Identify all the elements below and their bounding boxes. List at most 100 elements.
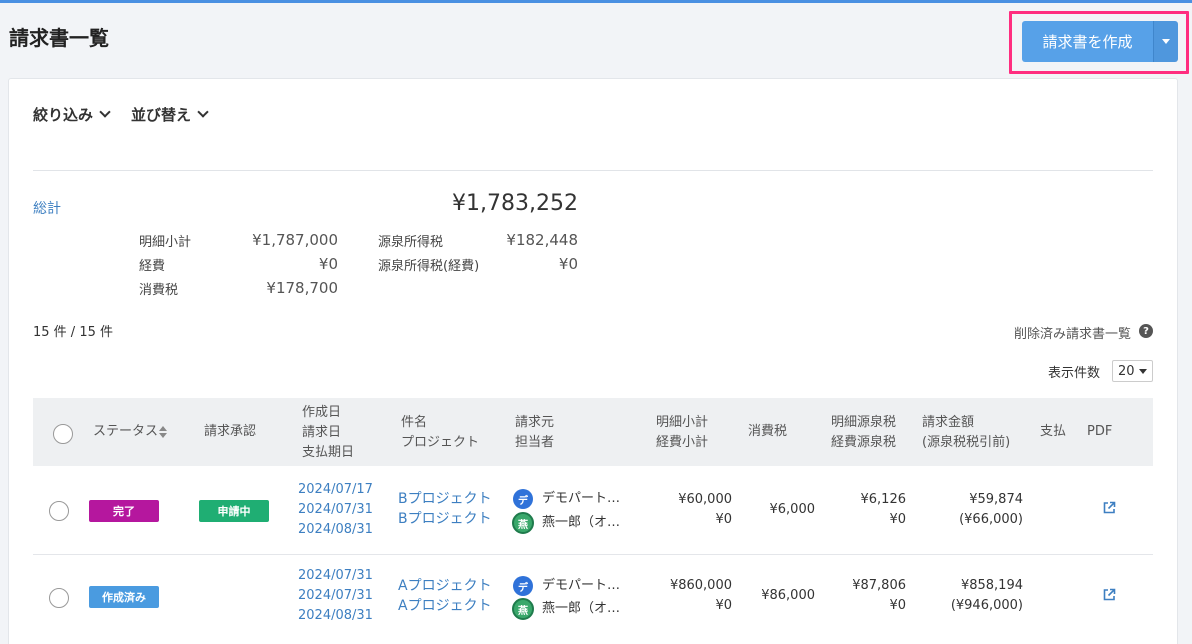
billed-date: 2024/07/31 bbox=[298, 588, 373, 603]
row-select-radio[interactable] bbox=[49, 588, 69, 608]
issuer-name: デモパート… bbox=[542, 491, 621, 506]
grand-total-value: ¥1,783,252 bbox=[452, 191, 578, 216]
chevron-down-icon bbox=[99, 106, 111, 118]
summary-label-tax: 消費税 bbox=[139, 283, 179, 298]
header-person: 担当者 bbox=[515, 435, 555, 450]
deleted-invoices-link[interactable]: 削除済み請求書一覧 bbox=[1014, 323, 1131, 342]
per-page-label: 表示件数 bbox=[1048, 366, 1101, 381]
issuer-name: デモパート… bbox=[542, 578, 621, 593]
header-dates: 作成日 請求日 支払期日 bbox=[302, 403, 354, 463]
line-subtotal: ¥60,000 bbox=[678, 492, 732, 507]
caret-down-icon bbox=[1138, 368, 1147, 374]
summary-label-expenses: 経費 bbox=[139, 259, 166, 274]
summary-value-tax: ¥178,700 bbox=[266, 279, 338, 297]
row-select-radio[interactable] bbox=[49, 501, 69, 521]
invoice-amount: ¥858,194 bbox=[960, 578, 1023, 593]
issuer-avatar: デ bbox=[513, 489, 533, 509]
person-avatar: 燕 bbox=[512, 512, 534, 534]
external-link-icon[interactable] bbox=[1102, 588, 1116, 602]
summary-value-withholding: ¥182,448 bbox=[506, 231, 578, 249]
line-withholding: ¥6,126 bbox=[860, 492, 907, 507]
per-page-select[interactable]: 20 bbox=[1112, 360, 1153, 382]
status-badge: 完了 bbox=[89, 500, 159, 522]
header-approval: 請求承認 bbox=[204, 424, 257, 439]
sort-label: 並び替え bbox=[131, 106, 192, 124]
header-payment: 支払 bbox=[1040, 424, 1067, 439]
summary-label-withholding: 源泉所得税 bbox=[378, 235, 444, 250]
tax: ¥86,000 bbox=[761, 588, 815, 603]
total-label[interactable]: 総計 bbox=[33, 198, 61, 218]
person-name: 燕一郎（オ… bbox=[542, 515, 621, 530]
issuer-avatar: デ bbox=[513, 576, 533, 596]
expense-subtotal: ¥0 bbox=[715, 598, 732, 613]
header-expense-withholding: 経費源泉税 bbox=[831, 435, 897, 450]
project-name: Aプロジェクト bbox=[398, 598, 492, 614]
help-icon[interactable]: ? bbox=[1139, 324, 1153, 338]
header-project: プロジェクト bbox=[401, 435, 480, 450]
select-all-radio[interactable] bbox=[53, 424, 73, 444]
header-amount: 請求金額 (源泉税税引前) bbox=[922, 413, 1010, 453]
approval-badge: 申請中 bbox=[199, 500, 269, 522]
row-title[interactable]: Aプロジェクト Aプロジェクト bbox=[398, 576, 492, 616]
invoice-amount: ¥59,874 bbox=[969, 492, 1023, 507]
invoice-title: Aプロジェクト bbox=[398, 578, 492, 594]
created-date: 2024/07/31 bbox=[298, 568, 373, 583]
summary-label-withholding-expenses: 源泉所得税(経費) bbox=[378, 259, 480, 274]
create-invoice-dropdown-button[interactable] bbox=[1153, 21, 1178, 62]
row-dates[interactable]: 2024/07/31 2024/07/31 2024/08/31 bbox=[298, 566, 373, 626]
expense-withholding: ¥0 bbox=[889, 512, 906, 527]
tax: ¥6,000 bbox=[769, 502, 816, 517]
header-amount-pre: (源泉税税引前) bbox=[922, 435, 1011, 450]
filter-toggle[interactable]: 絞り込み bbox=[33, 104, 111, 125]
invoice-amount-pre: (¥66,000) bbox=[959, 512, 1023, 527]
sort-icon[interactable] bbox=[159, 426, 167, 438]
header-tax: 消費税 bbox=[748, 424, 788, 439]
top-accent-line bbox=[0, 0, 1192, 3]
header-subtotal: 明細小計 経費小計 bbox=[656, 413, 708, 453]
external-link-icon[interactable] bbox=[1102, 501, 1116, 515]
created-date: 2024/07/17 bbox=[298, 482, 373, 497]
project-name: Bプロジェクト bbox=[398, 511, 492, 527]
header-subject: 件名 bbox=[401, 415, 428, 430]
header-issuer: 請求元 担当者 bbox=[515, 413, 554, 453]
row-dates[interactable]: 2024/07/17 2024/07/31 2024/08/31 bbox=[298, 480, 373, 540]
header-line-withholding: 明細源泉税 bbox=[831, 415, 897, 430]
header-title: 件名 プロジェクト bbox=[401, 413, 479, 453]
line-subtotal: ¥860,000 bbox=[669, 578, 732, 593]
expense-subtotal: ¥0 bbox=[715, 512, 732, 527]
line-withholding: ¥87,806 bbox=[852, 578, 906, 593]
person-name: 燕一郎（オ… bbox=[542, 601, 621, 616]
summary-value-withholding-expenses: ¥0 bbox=[558, 255, 578, 273]
invoice-amount-pre: (¥946,000) bbox=[950, 598, 1023, 613]
invoice-list-card bbox=[8, 78, 1178, 644]
chevron-down-icon bbox=[197, 106, 209, 118]
summary-label-subtotal: 明細小計 bbox=[139, 235, 192, 250]
summary-value-expenses: ¥0 bbox=[318, 255, 338, 273]
due-date: 2024/08/31 bbox=[298, 522, 373, 537]
result-count: 15 件 / 15 件 bbox=[33, 325, 113, 340]
header-billed: 請求日 bbox=[302, 425, 342, 440]
header-due: 支払期日 bbox=[302, 445, 355, 460]
header-expense-subtotal: 経費小計 bbox=[656, 435, 709, 450]
row-divider bbox=[33, 554, 1153, 555]
divider bbox=[33, 170, 1153, 171]
filter-label: 絞り込み bbox=[33, 106, 94, 124]
status-badge: 作成済み bbox=[89, 586, 159, 608]
header-amount-label: 請求金額 bbox=[922, 415, 975, 430]
row-title[interactable]: Bプロジェクト Bプロジェクト bbox=[398, 489, 492, 529]
header-created: 作成日 bbox=[302, 405, 342, 420]
per-page-value: 20 bbox=[1118, 363, 1135, 379]
header-issuer-name: 請求元 bbox=[515, 415, 555, 430]
header-withholding: 明細源泉税 経費源泉税 bbox=[831, 413, 896, 453]
caret-down-icon bbox=[1162, 39, 1170, 44]
header-pdf: PDF bbox=[1087, 424, 1113, 439]
person-avatar: 燕 bbox=[512, 598, 534, 620]
billed-date: 2024/07/31 bbox=[298, 502, 373, 517]
sort-toggle[interactable]: 並び替え bbox=[131, 104, 209, 125]
expense-withholding: ¥0 bbox=[889, 598, 906, 613]
invoice-title: Bプロジェクト bbox=[398, 491, 492, 507]
page-title: 請求書一覧 bbox=[9, 26, 109, 50]
header-status[interactable]: ステータス bbox=[93, 422, 158, 442]
create-invoice-button[interactable]: 請求書を作成 bbox=[1022, 21, 1153, 62]
header-line-subtotal: 明細小計 bbox=[656, 415, 709, 430]
